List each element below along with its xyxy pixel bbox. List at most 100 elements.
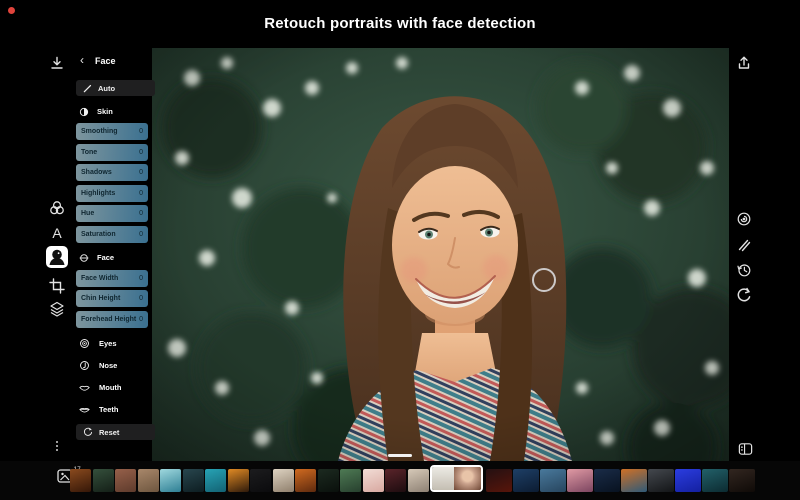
slider-value: 0 bbox=[139, 275, 143, 282]
slider-tone[interactable]: Tone 0 bbox=[76, 144, 148, 161]
slider-value: 0 bbox=[139, 149, 143, 156]
filmstrip-thumb[interactable] bbox=[594, 469, 620, 492]
feature-label: Teeth bbox=[99, 405, 118, 414]
color-adjust-icon[interactable] bbox=[48, 199, 66, 217]
filmstrip-thumb[interactable] bbox=[138, 469, 159, 492]
slider-label: Tone bbox=[81, 149, 97, 156]
filmstrip-thumb[interactable] bbox=[567, 469, 593, 492]
reset-label: Reset bbox=[99, 428, 119, 437]
svg-text:A: A bbox=[52, 225, 62, 241]
download-icon[interactable] bbox=[48, 54, 66, 72]
page-title: Retouch portraits with face detection bbox=[0, 15, 800, 32]
feature-nose[interactable]: Nose bbox=[76, 358, 150, 372]
panel-title: Face bbox=[95, 56, 116, 66]
slider-value: 0 bbox=[139, 190, 143, 197]
filmstrip-thumb[interactable] bbox=[363, 469, 384, 492]
filmstrip-thumb[interactable] bbox=[205, 469, 226, 492]
skin-section-label: Skin bbox=[97, 107, 113, 116]
app-window: Retouch portraits with face detection bbox=[0, 0, 800, 500]
slider-hue[interactable]: Hue 0 bbox=[76, 205, 148, 222]
window-close-button[interactable] bbox=[8, 7, 15, 14]
layers-tool-icon[interactable] bbox=[48, 300, 66, 318]
filmstrip-thumb[interactable] bbox=[160, 469, 181, 492]
face-tool-button[interactable] bbox=[46, 246, 68, 268]
filmstrip-thumb[interactable] bbox=[115, 469, 136, 492]
auto-label: Auto bbox=[98, 84, 115, 93]
face-section-icon bbox=[78, 252, 90, 264]
filmstrip-thumb[interactable] bbox=[648, 469, 674, 492]
photo-canvas[interactable] bbox=[152, 48, 729, 461]
slider-label: Chin Height bbox=[81, 295, 120, 302]
filmstrip-thumb[interactable] bbox=[486, 469, 512, 492]
slider-face-width[interactable]: Face Width 0 bbox=[76, 270, 148, 287]
auto-button[interactable]: Auto bbox=[76, 80, 155, 96]
filmstrip-thumb[interactable] bbox=[408, 469, 429, 492]
filmstrip-thumb[interactable] bbox=[675, 469, 701, 492]
nose-icon bbox=[78, 359, 91, 372]
aperture-icon[interactable] bbox=[735, 210, 753, 228]
reset-icon bbox=[83, 427, 93, 437]
slider-value: 0 bbox=[139, 128, 143, 135]
slider-value: 0 bbox=[139, 169, 143, 176]
feature-eyes[interactable]: Eyes bbox=[76, 336, 150, 350]
teeth-icon bbox=[78, 403, 91, 416]
feature-label: Nose bbox=[99, 361, 117, 370]
slider-label: Forehead Height bbox=[81, 316, 136, 323]
slider-label: Face Width bbox=[81, 275, 118, 282]
slider-value: 0 bbox=[139, 231, 143, 238]
slider-saturation[interactable]: Saturation 0 bbox=[76, 226, 148, 243]
feature-label: Mouth bbox=[99, 383, 122, 392]
filmstrip-thumb[interactable] bbox=[318, 469, 339, 492]
filmstrip-thumb[interactable] bbox=[228, 469, 249, 492]
filmstrip-thumb[interactable] bbox=[385, 469, 406, 492]
skin-icon bbox=[78, 106, 90, 118]
filmstrip-thumb[interactable] bbox=[250, 469, 271, 492]
auto-wand-icon bbox=[83, 84, 92, 93]
filmstrip-thumb[interactable] bbox=[340, 469, 361, 492]
titlebar: Retouch portraits with face detection bbox=[0, 0, 800, 44]
portrait-photo bbox=[152, 48, 729, 461]
slider-highlights[interactable]: Highlights 0 bbox=[76, 185, 148, 202]
selected-filmstrip-thumb[interactable] bbox=[430, 465, 483, 492]
filmstrip-thumb[interactable] bbox=[273, 469, 294, 492]
slider-value: 0 bbox=[139, 210, 143, 217]
reset-button[interactable]: Reset bbox=[76, 424, 155, 440]
slider-chin-height[interactable]: Chin Height 0 bbox=[76, 290, 148, 307]
filmstrip-thumb[interactable] bbox=[702, 469, 728, 492]
text-tool-icon[interactable]: A bbox=[48, 224, 66, 242]
undo-icon[interactable] bbox=[735, 286, 753, 304]
feature-mouth[interactable]: Mouth bbox=[76, 380, 150, 394]
history-icon[interactable] bbox=[735, 261, 753, 279]
eyes-icon bbox=[78, 337, 91, 350]
crop-tool-icon[interactable] bbox=[48, 277, 66, 295]
filmstrip-thumb[interactable] bbox=[729, 469, 755, 492]
slider-value: 0 bbox=[139, 316, 143, 323]
mouth-icon bbox=[78, 381, 91, 394]
slider-label: Hue bbox=[81, 210, 94, 217]
slider-shadows[interactable]: Shadows 0 bbox=[76, 164, 148, 181]
filmstrip-thumb[interactable] bbox=[513, 469, 539, 492]
slider-forehead-height[interactable]: Forehead Height 0 bbox=[76, 311, 148, 328]
compare-icon[interactable] bbox=[735, 236, 753, 254]
filmstrip-drag-handle[interactable] bbox=[388, 454, 412, 457]
face-section-label: Face bbox=[97, 253, 114, 262]
selected-thumb-right bbox=[454, 467, 481, 490]
filmstrip-thumb[interactable] bbox=[621, 469, 647, 492]
feature-teeth[interactable]: Teeth bbox=[76, 402, 150, 416]
filmstrip-thumb[interactable] bbox=[295, 469, 316, 492]
skin-section-header: Skin bbox=[76, 105, 150, 118]
slider-value: 0 bbox=[139, 295, 143, 302]
slider-label: Shadows bbox=[81, 169, 112, 176]
export-icon[interactable] bbox=[735, 54, 753, 72]
filmstrip-thumb[interactable] bbox=[93, 469, 114, 492]
filmstrip-thumb[interactable] bbox=[70, 469, 91, 492]
back-button[interactable]: ‹ bbox=[80, 53, 84, 67]
face-tool-icon bbox=[46, 246, 68, 268]
more-options-icon[interactable] bbox=[56, 439, 58, 453]
filmstrip-thumb[interactable] bbox=[183, 469, 204, 492]
filmstrip-thumb[interactable] bbox=[540, 469, 566, 492]
browser-toggle-icon[interactable] bbox=[737, 441, 754, 457]
panel-header: ‹ Face bbox=[76, 55, 148, 69]
face-section-header: Face bbox=[76, 251, 150, 264]
slider-smoothing[interactable]: Smoothing 0 bbox=[76, 123, 148, 140]
